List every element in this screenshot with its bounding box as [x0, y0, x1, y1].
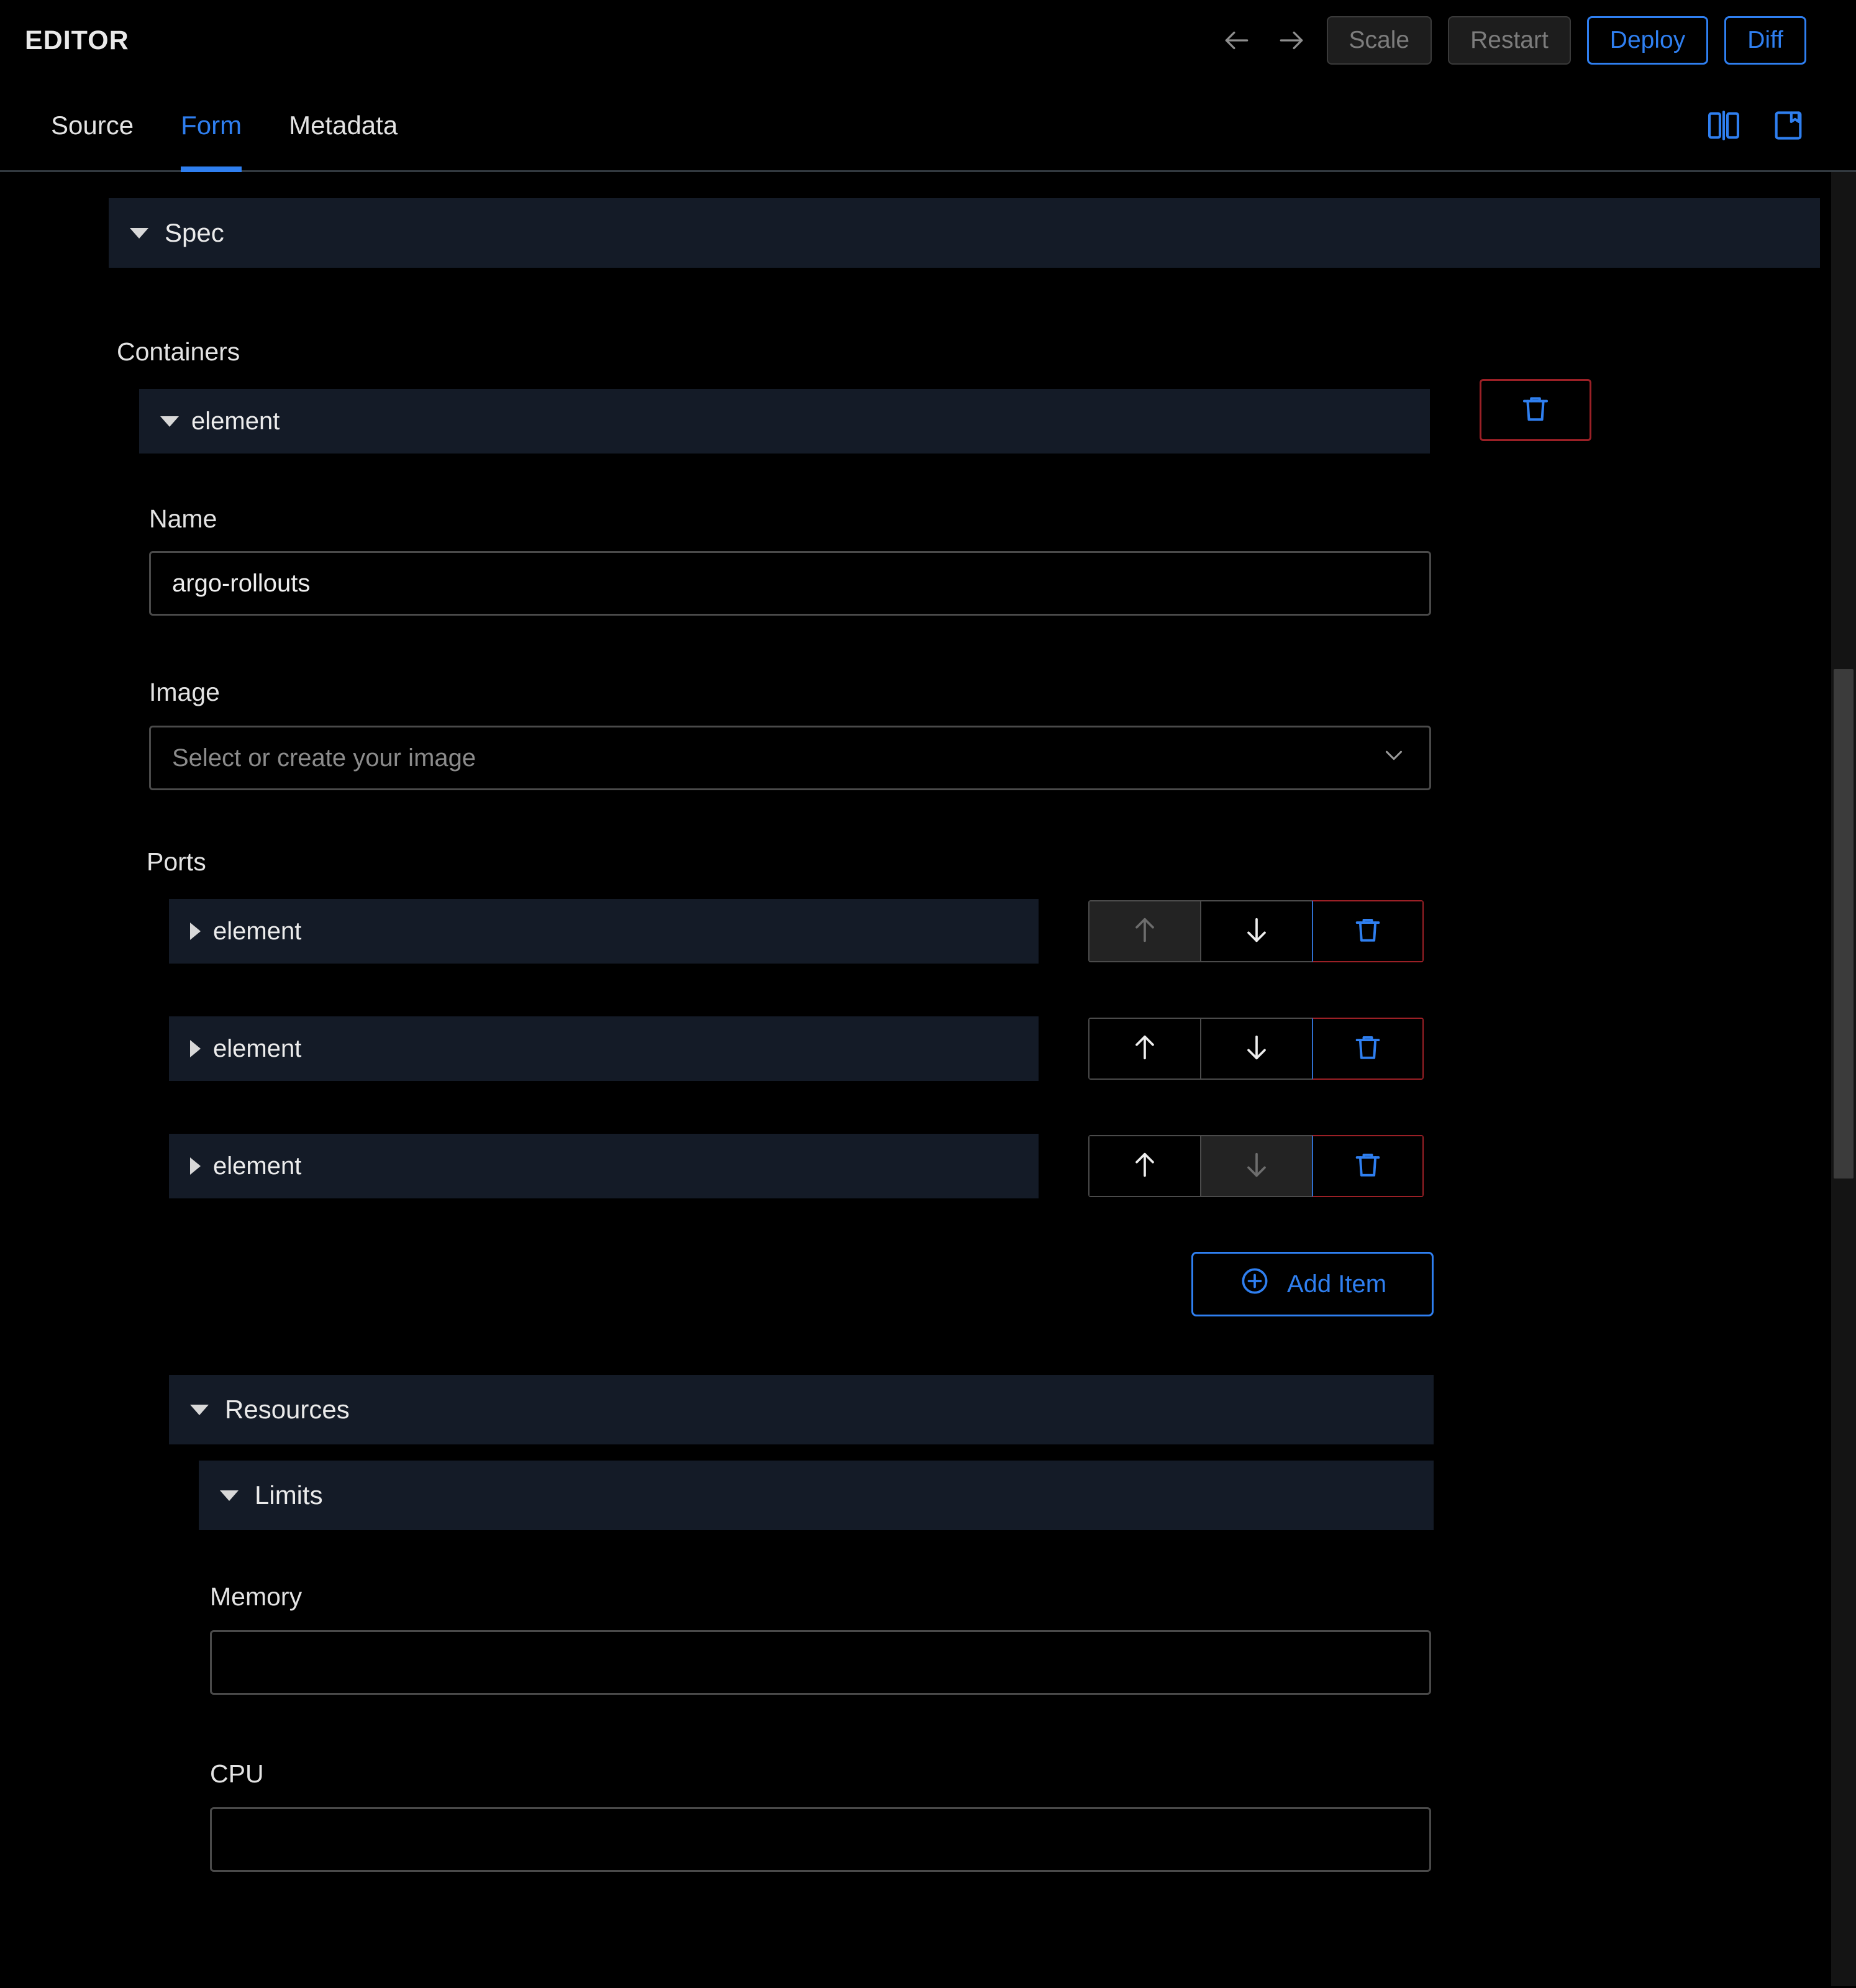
layout-toggle-group: [1706, 107, 1806, 144]
port-element-row[interactable]: element: [169, 899, 1039, 964]
tab-source[interactable]: Source: [27, 81, 157, 170]
arrow-down-icon: [1240, 1031, 1273, 1067]
port-element-row[interactable]: element: [169, 1134, 1039, 1198]
section-title-resources: Resources: [225, 1395, 350, 1424]
single-panel-icon[interactable]: [1770, 107, 1806, 144]
name-label: Name: [149, 504, 217, 533]
chevron-down-icon: [130, 227, 148, 239]
app-header: EDITOR Scale Restart Deploy Diff: [0, 0, 1856, 81]
port-element-label: element: [213, 1034, 302, 1062]
chevron-down-icon: [1380, 741, 1408, 775]
vertical-scrollbar[interactable]: [1831, 172, 1856, 1986]
memory-label: Memory: [210, 1582, 303, 1611]
name-input[interactable]: argo-rollouts: [149, 551, 1431, 616]
arrow-up-icon: [1129, 1031, 1161, 1067]
scale-button[interactable]: Scale: [1326, 16, 1432, 65]
split-view-icon[interactable]: [1706, 107, 1742, 144]
chevron-right-icon: [190, 1157, 201, 1175]
chevron-down-icon: [160, 416, 179, 427]
diff-button[interactable]: Diff: [1724, 16, 1806, 65]
ports-item-row: element: [0, 1016, 1856, 1081]
restart-button[interactable]: Restart: [1448, 16, 1571, 65]
move-down-button[interactable]: [1200, 1018, 1312, 1080]
section-header-spec[interactable]: Spec: [109, 198, 1820, 268]
form-scroll-area[interactable]: Spec Containers element Name argo-rollou…: [0, 172, 1856, 1986]
tab-metadata[interactable]: Metadata: [265, 81, 421, 170]
move-up-button[interactable]: [1088, 1018, 1200, 1080]
cpu-input[interactable]: [210, 1807, 1431, 1872]
image-select[interactable]: Select or create your image: [149, 726, 1431, 790]
arrow-up-icon: [1129, 914, 1161, 949]
section-title-limits: Limits: [255, 1480, 323, 1510]
tab-bar: Source Form Metadata: [0, 81, 1856, 172]
arrow-down-icon: [1240, 914, 1273, 949]
port-element-label: element: [213, 1152, 302, 1180]
tab-list: Source Form Metadata: [27, 81, 421, 172]
delete-port-button[interactable]: [1312, 1135, 1424, 1197]
add-item-label: Add Item: [1286, 1270, 1387, 1298]
memory-input[interactable]: [210, 1630, 1431, 1695]
port-element-label: element: [213, 917, 302, 945]
ports-item-row: element: [0, 899, 1856, 964]
form-content: Spec Containers element Name argo-rollou…: [0, 172, 1856, 1872]
image-select-value: Select or create your image: [172, 744, 476, 772]
move-down-button[interactable]: [1200, 900, 1312, 962]
trash-icon: [1352, 1031, 1384, 1067]
move-up-button: [1088, 900, 1200, 962]
port-row-actions: [1088, 1018, 1424, 1080]
add-item-row: Add Item: [0, 1252, 1434, 1316]
containers-label: Containers: [117, 337, 240, 366]
page-title: EDITOR: [25, 25, 129, 55]
editor-app: EDITOR Scale Restart Deploy Diff Source …: [0, 0, 1856, 1988]
scrollbar-thumb[interactable]: [1834, 669, 1854, 1179]
header-actions: Scale Restart Deploy Diff: [1217, 16, 1806, 65]
deploy-button[interactable]: Deploy: [1586, 16, 1709, 65]
arrow-right-icon[interactable]: [1272, 21, 1311, 60]
port-row-actions: [1088, 1135, 1424, 1197]
arrow-left-icon[interactable]: [1217, 21, 1256, 60]
trash-icon: [1352, 914, 1384, 949]
delete-port-button[interactable]: [1312, 900, 1424, 962]
container-element-row[interactable]: element: [139, 389, 1430, 454]
section-header-limits[interactable]: Limits: [199, 1461, 1434, 1530]
delete-container-button[interactable]: [1480, 379, 1591, 441]
chevron-down-icon: [220, 1490, 239, 1501]
trash-icon: [1352, 1149, 1384, 1184]
arrow-down-icon: [1240, 1149, 1273, 1184]
limits-section: Limits: [0, 1461, 1856, 1530]
trash-icon: [1519, 392, 1552, 429]
port-row-actions: [1088, 900, 1424, 962]
resources-section: Resources: [0, 1375, 1856, 1444]
delete-port-button[interactable]: [1312, 1018, 1424, 1080]
arrow-up-icon: [1129, 1149, 1161, 1184]
add-item-button[interactable]: Add Item: [1191, 1252, 1434, 1316]
image-label: Image: [149, 678, 220, 706]
chevron-right-icon: [190, 923, 201, 940]
container-element-label: element: [191, 407, 280, 435]
chevron-down-icon: [190, 1404, 209, 1415]
containers-item-row: element: [0, 367, 1856, 454]
chevron-right-icon: [190, 1040, 201, 1057]
move-up-button[interactable]: [1088, 1135, 1200, 1197]
move-down-button: [1200, 1135, 1312, 1197]
plus-circle-icon: [1239, 1265, 1271, 1303]
cpu-label: CPU: [210, 1759, 264, 1788]
ports-label: Ports: [147, 847, 206, 876]
ports-item-row: element: [0, 1134, 1856, 1198]
tab-form[interactable]: Form: [157, 81, 265, 172]
section-title-spec: Spec: [165, 218, 224, 247]
port-element-row[interactable]: element: [169, 1016, 1039, 1081]
section-header-resources[interactable]: Resources: [169, 1375, 1434, 1444]
